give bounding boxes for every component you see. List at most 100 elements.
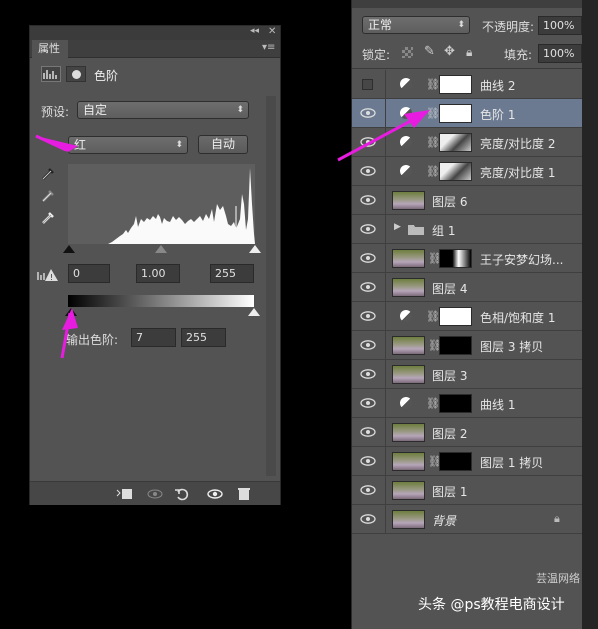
input-white-slider[interactable] [249,245,261,253]
delete-icon[interactable] [236,486,252,502]
fill-field[interactable]: 100% [538,44,582,63]
input-gamma-field[interactable]: 1.00 [136,264,180,283]
eye-icon[interactable] [360,484,376,496]
layer-row[interactable]: ▶ 组 1 [352,215,583,244]
layer-name[interactable]: 图层 1 [432,483,467,500]
gray-eyedropper-icon[interactable] [40,188,56,204]
eye-icon[interactable] [360,368,376,380]
layer-thumbnail[interactable] [392,191,425,210]
layer-thumbnail[interactable] [392,481,425,500]
layer-row[interactable]: ⛓ 图层 1 拷贝 [352,447,583,476]
mask-thumbnail[interactable] [439,162,472,181]
layer-name[interactable]: 背景 [432,512,456,529]
reset-icon[interactable] [174,486,190,502]
opacity-field[interactable]: 100% [538,16,582,35]
layer-name[interactable]: 曲线 2 [480,77,515,94]
layer-name[interactable]: 图层 4 [432,280,467,297]
tab-properties[interactable]: 属性 [32,40,68,58]
link-icon[interactable]: ⛓ [426,165,440,178]
layer-name[interactable]: 曲线 1 [480,396,515,413]
eye-icon[interactable] [360,426,376,438]
layer-name[interactable]: 色相/饱和度 1 [480,309,556,326]
layer-row[interactable]: ⛓ 亮度/对比度 1 [352,157,583,186]
visibility-icon[interactable] [206,487,224,501]
layer-name[interactable]: 亮度/对比度 1 [480,164,556,181]
layer-row[interactable]: ⛓ 王子安梦幻场... [352,244,583,273]
scrollbar[interactable] [266,96,276,476]
link-icon[interactable]: ⛓ [426,310,440,323]
eye-icon[interactable] [360,281,376,293]
preset-select[interactable]: 自定 ⬍ [77,101,249,119]
white-eyedropper-icon[interactable] [40,210,56,226]
eye-icon[interactable] [360,136,376,148]
layer-name[interactable]: 图层 6 [432,193,467,210]
layer-row[interactable]: 背景 🔒︎ [352,505,583,534]
auto-button[interactable]: 自动 [198,135,248,154]
lock-position-icon[interactable]: ✥ [444,44,455,59]
layer-thumbnail[interactable] [392,278,425,297]
mask-thumbnail[interactable] [439,104,472,123]
eye-icon[interactable] [360,165,376,177]
link-icon[interactable]: ⛓ [426,397,440,410]
mask-icon[interactable] [66,66,86,82]
input-black-field[interactable]: 0 [68,264,110,283]
eye-icon[interactable] [360,513,376,525]
input-black-slider[interactable] [63,245,75,253]
mask-thumbnail[interactable] [439,75,472,94]
layer-row[interactable]: 图层 2 [352,418,583,447]
layer-name[interactable]: 图层 1 拷贝 [480,454,543,471]
layer-name[interactable]: 亮度/对比度 2 [480,135,556,152]
layer-name[interactable]: 图层 3 [432,367,467,384]
layer-name[interactable]: 图层 3 拷贝 [480,338,543,355]
layer-thumbnail[interactable] [392,249,425,268]
output-black-field[interactable]: 7 [131,328,176,347]
eye-icon[interactable] [360,397,376,409]
close-icon[interactable]: ✕ [268,26,276,37]
link-icon[interactable]: ⛓ [426,78,440,91]
visibility-toggle[interactable] [362,79,373,90]
layer-thumbnail[interactable] [392,336,425,355]
layer-row[interactable]: 图层 1 [352,476,583,505]
black-eyedropper-icon[interactable] [40,166,56,182]
layer-row[interactable]: ⛓ 色阶 1 [352,99,583,128]
layer-name[interactable]: 色阶 1 [480,106,515,123]
mask-thumbnail[interactable] [439,452,472,471]
clipping-warning-icon[interactable]: ! [37,268,59,282]
eye-icon[interactable] [360,194,376,206]
layer-row[interactable]: ⛓ 曲线 1 [352,389,583,418]
channel-select[interactable]: 红 ⬍ [68,136,188,154]
layers-scrollbar[interactable] [582,0,598,629]
link-icon[interactable]: ⛓ [426,107,440,120]
layer-thumbnail[interactable] [392,365,425,384]
input-white-field[interactable]: 255 [210,264,254,283]
mask-thumbnail[interactable] [439,249,472,268]
layer-name[interactable]: 王子安梦幻场... [480,251,563,268]
layer-thumbnail[interactable] [392,510,425,529]
panel-titlebar[interactable]: ◂◂ ✕ [30,26,280,40]
link-icon[interactable]: ⛓ [426,136,440,149]
mask-thumbnail[interactable] [439,394,472,413]
panel-menu-icon[interactable]: ▾≡ [262,42,275,53]
layer-row[interactable]: ⛓ 色相/饱和度 1 [352,302,583,331]
eye-icon[interactable] [360,252,376,264]
eye-icon[interactable] [360,339,376,351]
mask-thumbnail[interactable] [439,307,472,326]
layer-name[interactable]: 组 1 [432,222,455,239]
eye-icon[interactable] [360,310,376,322]
input-gamma-slider[interactable] [155,245,167,253]
eye-icon[interactable] [360,455,376,467]
mask-thumbnail[interactable] [439,133,472,152]
layer-row[interactable]: ⛓ 曲线 2 [352,70,583,99]
eye-icon[interactable] [360,223,376,235]
expand-arrow-icon[interactable]: ▶ [394,222,401,232]
lock-all-icon[interactable]: 🔒︎ [466,45,472,60]
layer-thumbnail[interactable] [392,452,425,471]
layer-row[interactable]: 图层 3 [352,360,583,389]
output-white-field[interactable]: 255 [181,328,226,347]
view-previous-icon[interactable] [146,487,164,501]
clip-to-layer-icon[interactable] [116,487,134,501]
eye-icon[interactable] [360,107,376,119]
mask-thumbnail[interactable] [439,336,472,355]
layer-row[interactable]: 图层 6 [352,186,583,215]
layer-row[interactable]: 图层 4 [352,273,583,302]
